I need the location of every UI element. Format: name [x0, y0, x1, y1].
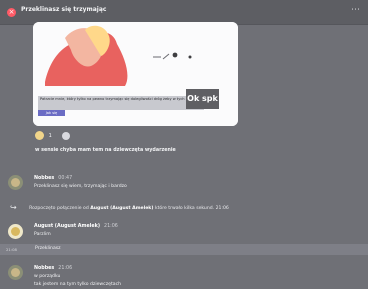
reaction-count: 1: [48, 132, 52, 139]
smile-icon[interactable]: [35, 131, 44, 140]
message-author: Nobbes 21:06: [34, 266, 73, 271]
image-attachment[interactable]: Patrzcie mnie, który tylko na pewno trzy…: [33, 22, 238, 126]
message-text: Przeklinasz się wiem, trzymając i bardzo: [34, 184, 127, 189]
attachment-tag: Jak się: [38, 110, 65, 116]
call-notice: ↪ Rozpoczęto połączenie od August (Augus…: [10, 203, 229, 212]
message-text: Przeklinasz: [35, 246, 61, 251]
avatar[interactable]: [8, 265, 23, 280]
message-text: Parzlim: [34, 232, 51, 237]
intro-message: w sensie chyba mam tem na dziewczęta wyd…: [35, 148, 176, 153]
message-author: August (August Amelek) 21:06: [34, 224, 118, 229]
message-text: w porządku: [34, 274, 61, 279]
close-icon[interactable]: ×: [7, 8, 16, 17]
message-author: Nobbes 00:47: [34, 176, 73, 181]
add-reaction-icon[interactable]: [62, 131, 71, 140]
avatar[interactable]: [8, 224, 23, 239]
message-text: tak jestem na tym tylko dziewczętach: [34, 282, 122, 287]
attachment-caption: Patrzcie mnie, który tylko na pewno trzy…: [38, 96, 204, 110]
highlighted-message[interactable]: 21:08 Przeklinasz: [0, 244, 368, 255]
phone-arrow-icon: ↪: [10, 203, 17, 212]
ok-spk-button[interactable]: Ok spk: [186, 89, 219, 109]
avatar[interactable]: [8, 175, 23, 190]
message-time: 21:08: [6, 247, 17, 252]
conversation-title: Przeklinasz się trzymając: [21, 6, 107, 13]
more-icon[interactable]: ⋯: [351, 5, 360, 15]
reaction-bar[interactable]: 1: [35, 131, 71, 141]
